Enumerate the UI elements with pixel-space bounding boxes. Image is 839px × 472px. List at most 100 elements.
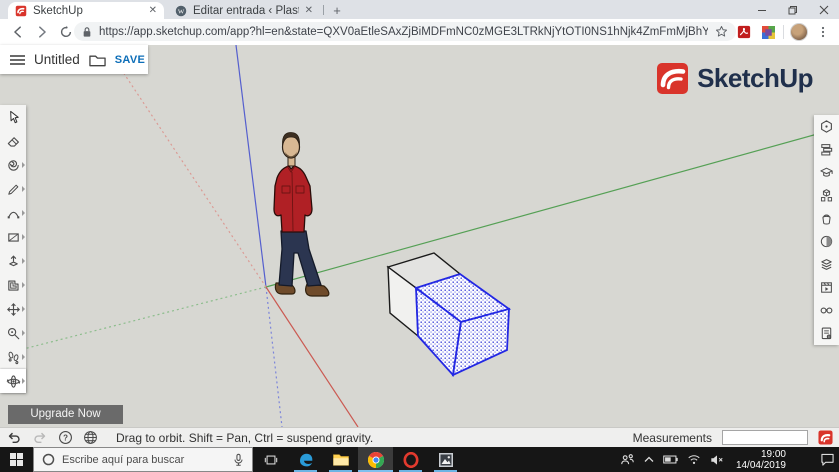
document-title: Untitled: [34, 52, 80, 67]
measurements-label: Measurements: [633, 431, 712, 445]
panel-components[interactable]: [814, 184, 839, 207]
tab-close-icon[interactable]: ✕: [149, 6, 157, 16]
extension-icon[interactable]: [756, 20, 780, 44]
svg-text:i: i: [828, 335, 829, 339]
window-close-button[interactable]: [809, 0, 839, 19]
tab-close-icon[interactable]: ✕: [305, 6, 313, 16]
tab-title: Editar entrada ‹ Plasticavite — W: [193, 5, 299, 17]
clock-date: 14/04/2019: [736, 460, 786, 471]
save-button[interactable]: SAVE: [115, 54, 145, 66]
panel-scenes[interactable]: [814, 276, 839, 299]
file-explorer-icon[interactable]: [323, 447, 358, 472]
tool-move[interactable]: [0, 297, 26, 321]
right-panel-rail: i: [814, 115, 839, 345]
flyout-arrow-icon: [22, 210, 25, 216]
sketchup-header: Untitled SAVE: [0, 45, 148, 74]
sketchup-logo-icon: [656, 61, 690, 95]
chrome-menu-icon[interactable]: [811, 20, 835, 44]
chrome-icon[interactable]: [358, 447, 393, 472]
sketchup-mini-logo-icon[interactable]: [818, 430, 833, 445]
panel-styles[interactable]: [814, 230, 839, 253]
pdf-extension-icon[interactable]: [732, 20, 756, 44]
window-minimize-button[interactable]: [747, 0, 777, 19]
tool-select[interactable]: [0, 105, 26, 129]
tool-arc[interactable]: [0, 201, 26, 225]
panel-entity-info[interactable]: [814, 115, 839, 138]
address-bar[interactable]: https://app.sketchup.com/app?hl=en&state…: [74, 22, 736, 41]
axis-green-negative: [0, 287, 266, 355]
url-text: https://app.sketchup.com/app?hl=en&state…: [99, 26, 708, 38]
tool-walk[interactable]: [0, 345, 26, 369]
panel-materials[interactable]: [814, 207, 839, 230]
axis-green-positive: [266, 128, 839, 287]
people-icon[interactable]: [620, 453, 635, 466]
edge-icon[interactable]: [288, 447, 323, 472]
taskbar-clock[interactable]: 19:00 14/04/2019: [733, 449, 789, 471]
action-center-icon[interactable]: [820, 453, 835, 466]
upgrade-now-button[interactable]: Upgrade Now: [8, 405, 123, 424]
start-button[interactable]: [0, 447, 33, 472]
volume-muted-icon[interactable]: [710, 454, 724, 466]
windows-taskbar: Escribe aquí para buscar: [0, 447, 839, 472]
wifi-icon[interactable]: [687, 454, 701, 465]
tab-sketchup[interactable]: SketchUp ✕: [8, 2, 164, 19]
tool-paint[interactable]: [0, 153, 26, 177]
tool-orbit[interactable]: [0, 369, 26, 393]
language-globe-icon[interactable]: [83, 430, 98, 445]
sketchup-favicon: [15, 5, 27, 17]
model-viewport[interactable]: [0, 45, 839, 427]
tool-push-pull[interactable]: [0, 249, 26, 273]
hidden-icons-chevron[interactable]: [644, 456, 654, 463]
tab-wordpress[interactable]: W Editar entrada ‹ Plasticavite — W ✕: [168, 2, 320, 19]
panel-model-info[interactable]: i: [814, 322, 839, 345]
cortana-icon: [42, 453, 55, 466]
axis-red-negative: [105, 45, 266, 287]
help-icon[interactable]: ?: [58, 430, 73, 445]
menu-hamburger-icon[interactable]: [10, 54, 25, 66]
tool-rectangle[interactable]: [0, 225, 26, 249]
undo-icon[interactable]: [6, 430, 22, 445]
svg-text:?: ?: [63, 433, 68, 442]
open-folder-icon[interactable]: [89, 53, 106, 67]
back-button[interactable]: [6, 20, 30, 44]
photos-icon[interactable]: [428, 447, 463, 472]
clock-time: 19:00: [736, 449, 786, 460]
search-placeholder-text: Escribe aquí para buscar: [62, 454, 226, 466]
svg-text:W: W: [178, 8, 185, 15]
tool-offset[interactable]: [0, 273, 26, 297]
left-tool-palette: [0, 105, 26, 393]
forward-button[interactable]: [30, 20, 54, 44]
panel-tags[interactable]: [814, 253, 839, 276]
flyout-arrow-icon: [22, 378, 25, 384]
flyout-arrow-icon: [22, 330, 25, 336]
flyout-arrow-icon: [22, 162, 25, 168]
redo-icon[interactable]: [32, 430, 48, 445]
flyout-arrow-icon: [22, 234, 25, 240]
opera-icon[interactable]: [393, 447, 428, 472]
taskbar-search-box[interactable]: Escribe aquí para buscar: [33, 447, 253, 472]
axis-red-positive: [266, 287, 358, 427]
flyout-arrow-icon: [22, 354, 25, 360]
tool-tape-measure[interactable]: [0, 321, 26, 345]
panel-outliner[interactable]: [814, 138, 839, 161]
browser-toolbar: https://app.sketchup.com/app?hl=en&state…: [0, 19, 839, 45]
panel-display[interactable]: [814, 299, 839, 322]
microphone-icon[interactable]: [233, 453, 244, 467]
new-tab-button[interactable]: +: [330, 4, 344, 18]
secure-padlock-icon[interactable]: [82, 26, 92, 38]
measurements-input[interactable]: [722, 430, 808, 445]
sketchup-status-bar: ? Drag to orbit. Shift = Pan, Ctrl = sus…: [0, 427, 839, 447]
panel-instructor[interactable]: [814, 161, 839, 184]
window-maximize-button[interactable]: [778, 0, 808, 19]
battery-icon[interactable]: [663, 455, 678, 464]
model-box[interactable]: [388, 253, 509, 375]
bookmark-star-icon[interactable]: [715, 25, 728, 38]
flyout-arrow-icon: [22, 282, 25, 288]
sketchup-viewport-region: Untitled SAVE SketchUp: [0, 45, 839, 427]
tool-eraser[interactable]: [0, 129, 26, 153]
profile-avatar[interactable]: [787, 20, 811, 44]
tab-divider: [323, 5, 324, 15]
status-hint-text: Drag to orbit. Shift = Pan, Ctrl = suspe…: [116, 431, 373, 445]
task-view-button[interactable]: [253, 447, 288, 472]
tool-line[interactable]: [0, 177, 26, 201]
